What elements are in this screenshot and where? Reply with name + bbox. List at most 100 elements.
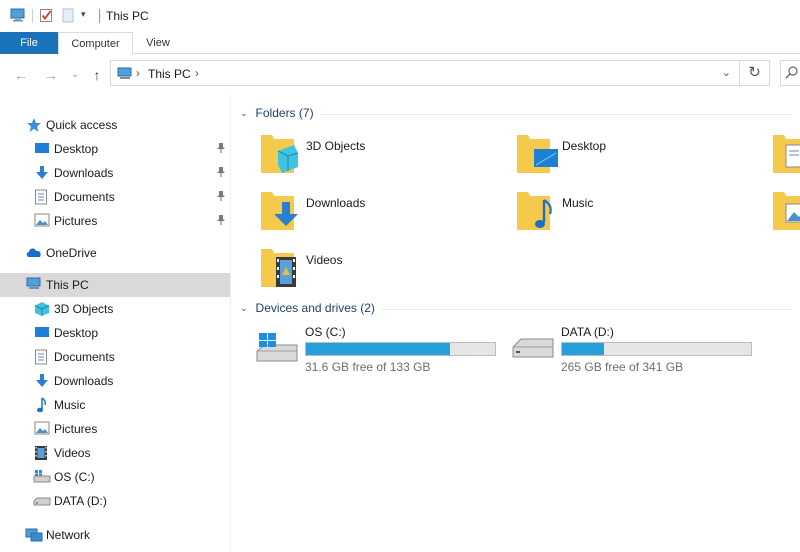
drive-usage-bar (305, 342, 496, 356)
drive-free-space: 31.6 GB free of 133 GB (305, 360, 431, 374)
folder-videos[interactable]: Videos (260, 245, 510, 301)
sidebar-item-downloads-quick[interactable]: Downloads (0, 161, 230, 185)
drive-d-icon (511, 337, 555, 366)
folder-documents-partial[interactable] (772, 131, 800, 177)
title-bar: ▾ This PC (0, 0, 800, 32)
drive-c-icon (255, 331, 299, 370)
sidebar-item-network[interactable]: Network (0, 523, 230, 547)
folder-music[interactable]: Music (516, 188, 766, 244)
folder-music-icon (516, 188, 556, 237)
sidebar-item-downloads[interactable]: Downloads (0, 369, 230, 393)
drive-name: DATA (D:) (561, 325, 614, 339)
sidebar-item-label: Pictures (54, 214, 98, 228)
folder-videos-icon (260, 245, 300, 294)
folder-label: Desktop (562, 139, 607, 153)
address-bar[interactable]: › This PC › ⌄ (110, 60, 740, 86)
pin-icon[interactable] (216, 190, 226, 202)
documents-icon (34, 189, 48, 208)
sidebar-item-label: This PC (46, 278, 89, 292)
folder-documents-icon (772, 135, 800, 177)
pin-icon[interactable] (216, 166, 226, 178)
sidebar-item-this-pc[interactable]: This PC (0, 273, 230, 297)
group-divider (320, 114, 792, 115)
up-arrow-icon[interactable]: ↑ (88, 67, 106, 83)
properties-icon[interactable] (39, 8, 54, 26)
navigation-bar: ← → ⌄ ↑ › This PC › ⌄ ↻ (0, 54, 800, 95)
sidebar-item-3d-objects[interactable]: 3D Objects (0, 297, 230, 321)
pin-icon[interactable] (216, 142, 226, 154)
new-folder-icon[interactable] (62, 8, 74, 26)
drive-name: OS (C:) (305, 325, 346, 339)
sidebar-item-label: OneDrive (46, 246, 97, 260)
sidebar-item-quick-access[interactable]: Quick access (0, 113, 230, 137)
title-divider (32, 9, 33, 23)
onedrive-cloud-icon (25, 246, 43, 261)
sidebar-item-label: Documents (54, 190, 115, 204)
refresh-button[interactable]: ↻ (740, 60, 770, 86)
sidebar-item-pictures-quick[interactable]: Pictures (0, 209, 230, 233)
folder-downloads[interactable]: Downloads (260, 188, 510, 244)
desktop-icon (34, 141, 50, 158)
refresh-icon: ↻ (748, 64, 761, 81)
sidebar-item-label: Music (54, 398, 86, 412)
breadcrumb-location[interactable]: This PC (148, 67, 191, 81)
sidebar-item-pictures[interactable]: Pictures (0, 417, 230, 441)
folder-pictures-partial[interactable] (772, 188, 800, 234)
videos-icon (34, 445, 48, 464)
sidebar-item-drive-d[interactable]: DATA (D:) (0, 489, 230, 513)
this-pc-icon[interactable] (10, 8, 26, 25)
breadcrumb-chevron-icon[interactable]: › (195, 66, 199, 80)
tab-file[interactable]: File (0, 32, 58, 54)
group-divider (382, 309, 792, 310)
sidebar-item-label: Desktop (54, 326, 99, 340)
search-input[interactable] (780, 60, 800, 86)
this-pc-icon (117, 67, 133, 83)
folder-3d-objects[interactable]: 3D Objects (260, 131, 510, 187)
folders-group-header[interactable]: ⌄ Folders (7) (240, 104, 314, 122)
music-icon (36, 397, 48, 416)
folder-desktop[interactable]: Desktop (516, 131, 766, 187)
desktop-icon (34, 325, 50, 342)
sidebar-item-label: DATA (D:) (54, 494, 107, 508)
customize-toolbar-icon[interactable]: ▾ (81, 9, 86, 20)
sidebar-item-desktop[interactable]: Desktop (0, 321, 230, 345)
drive-d-tile[interactable]: DATA (D:) 265 GB free of 341 GB (511, 325, 761, 377)
title-separator (99, 9, 100, 23)
collapse-chevron-icon[interactable]: ⌄ (240, 303, 248, 314)
sidebar-item-label: Videos (54, 446, 91, 460)
back-arrow-icon[interactable]: ← (12, 67, 30, 83)
sidebar-item-label: Pictures (54, 422, 98, 436)
window-title: This PC (106, 9, 149, 23)
group-title: Devices and drives (2) (255, 301, 375, 315)
drive-c-tile[interactable]: OS (C:) 31.6 GB free of 133 GB (255, 325, 505, 377)
folder-label: 3D Objects (306, 139, 366, 153)
sidebar-item-desktop-quick[interactable]: Desktop (0, 137, 230, 161)
drive-free-space: 265 GB free of 341 GB (561, 360, 684, 374)
group-title: Folders (7) (255, 106, 314, 120)
recent-locations-icon[interactable]: ⌄ (66, 67, 84, 83)
tab-computer[interactable]: Computer (58, 32, 133, 55)
drive-d-icon (33, 496, 51, 510)
pin-icon[interactable] (216, 214, 226, 226)
drive-usage-bar (561, 342, 752, 356)
this-pc-icon (26, 277, 42, 294)
address-dropdown-icon[interactable]: ⌄ (722, 66, 731, 79)
collapse-chevron-icon[interactable]: ⌄ (240, 108, 248, 119)
pictures-icon (34, 421, 50, 438)
sidebar-item-onedrive[interactable]: OneDrive (0, 241, 230, 265)
folder-3d-objects-icon (260, 131, 300, 180)
sidebar-item-documents-quick[interactable]: Documents (0, 185, 230, 209)
devices-group-header[interactable]: ⌄ Devices and drives (2) (240, 299, 375, 317)
sidebar-item-videos[interactable]: Videos (0, 441, 230, 465)
sidebar-item-drive-c[interactable]: OS (C:) (0, 465, 230, 489)
search-icon (785, 65, 799, 82)
sidebar-item-label: Quick access (46, 118, 118, 132)
forward-arrow-icon[interactable]: → (42, 67, 60, 83)
drive-usage-fill (306, 343, 451, 355)
drive-c-icon (33, 469, 51, 486)
sidebar-item-music[interactable]: Music (0, 393, 230, 417)
tab-view[interactable]: View (133, 32, 183, 54)
breadcrumb-chevron-icon[interactable]: › (136, 66, 140, 80)
network-icon (25, 527, 43, 546)
sidebar-item-documents[interactable]: Documents (0, 345, 230, 369)
